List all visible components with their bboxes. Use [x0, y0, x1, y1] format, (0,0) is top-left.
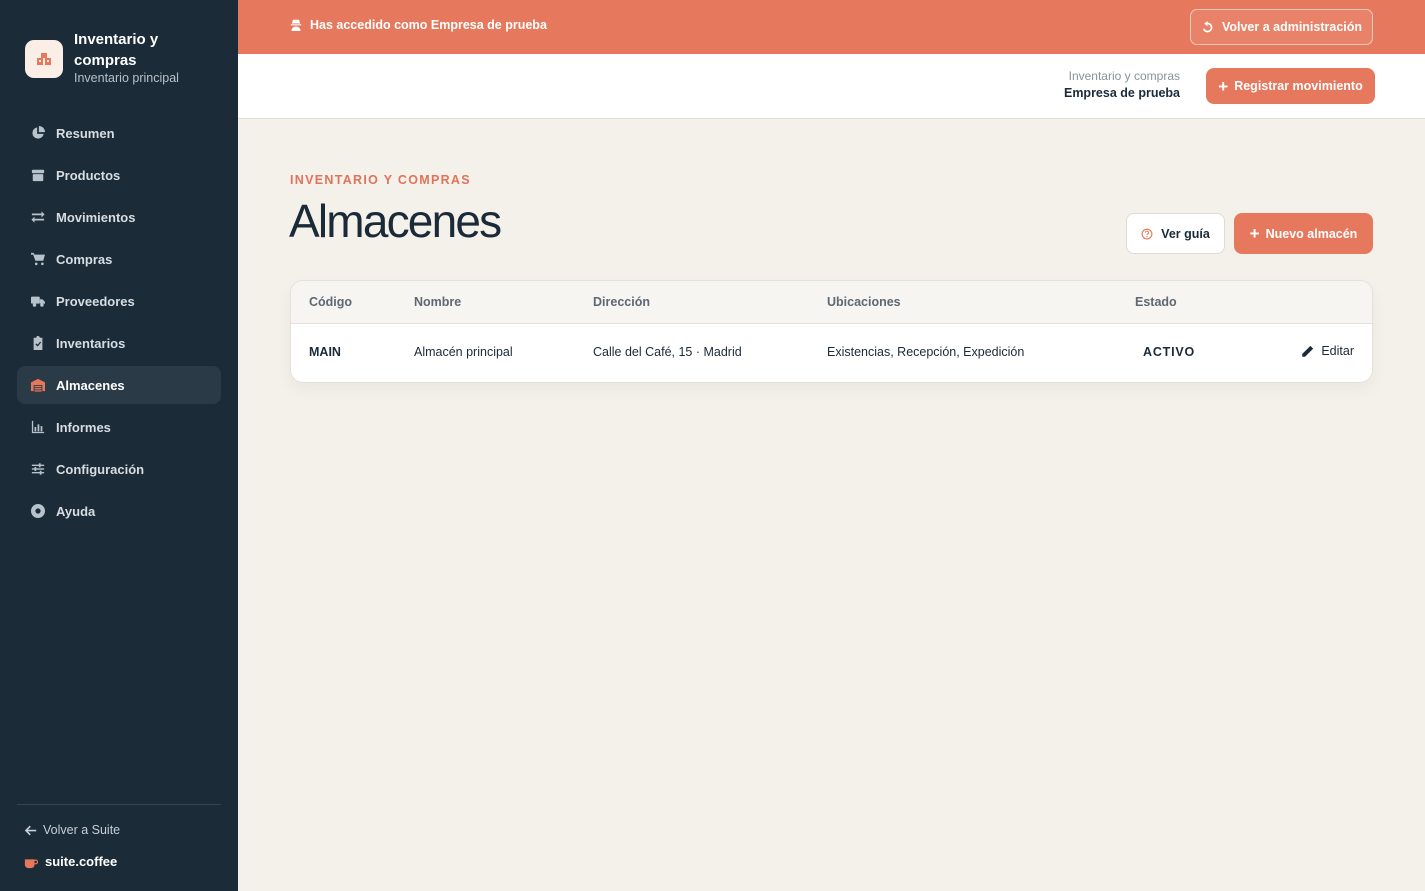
table-header: Código Nombre Dirección Ubicaciones Esta… [291, 281, 1372, 324]
coffee-cup-icon [24, 858, 38, 868]
column-header-code[interactable]: Código [309, 295, 352, 309]
user-secret-icon [290, 19, 302, 31]
sidebar-item-almacenes[interactable]: Almacenes [17, 366, 221, 404]
truck-icon [30, 294, 45, 309]
new-warehouse-label: Nuevo almacén [1265, 226, 1358, 241]
sidebar-item-label: Resumen [56, 125, 115, 141]
sidebar-item-label: Inventarios [56, 335, 126, 351]
sidebar-divider [17, 804, 221, 805]
new-warehouse-button[interactable]: + Nuevo almacén [1234, 213, 1373, 254]
cell-locations: Existencias, Recepción, Expedición [827, 345, 1025, 359]
banner-message: Has accedido como Empresa de prueba [290, 18, 547, 32]
sliders-icon [30, 462, 45, 477]
column-header-address[interactable]: Dirección [593, 295, 650, 309]
view-guide-label: Ver guía [1161, 226, 1210, 241]
edit-button[interactable]: Editar [1301, 344, 1354, 358]
register-movement-label: Registrar movimiento [1234, 79, 1363, 93]
header-app-name: Inventario y compras [1068, 69, 1180, 83]
help-circle-icon [1141, 228, 1153, 239]
sidebar-item-label: Ayuda [56, 503, 96, 519]
back-to-suite-label: Volver a Suite [43, 823, 121, 837]
sidebar-item-proveedores[interactable]: Proveedores [17, 282, 221, 320]
bar-chart-icon [30, 420, 45, 435]
app-subtitle: Inventario principal [74, 71, 179, 85]
swap-arrows-icon [30, 210, 45, 225]
header-company-name: Empresa de prueba [1063, 86, 1180, 100]
arrow-left-icon [24, 825, 37, 835]
pie-chart-icon [30, 126, 45, 141]
suite-brand: suite.coffee [24, 854, 117, 869]
top-header: Inventario y compras Empresa de prueba +… [238, 54, 1425, 119]
banner-message-text: Has accedido como Empresa de prueba [310, 18, 547, 32]
plus-icon: + [1218, 76, 1229, 96]
sidebar: Inventario y compras Inventario principa… [0, 0, 238, 891]
edit-label: Editar [1321, 344, 1354, 358]
app-brand: Inventario y compras Inventario principa… [25, 29, 214, 85]
sidebar-item-inventarios[interactable]: Inventarios [17, 324, 221, 362]
register-movement-button[interactable]: + Registrar movimiento [1206, 68, 1375, 104]
sidebar-item-resumen[interactable]: Resumen [17, 114, 221, 152]
cell-address: Calle del Café, 15 · Madrid [593, 345, 742, 359]
column-header-status[interactable]: Estado [1135, 295, 1177, 309]
status-badge: ACTIVO [1143, 345, 1196, 359]
clipboard-check-icon [30, 336, 45, 351]
pencil-icon [1302, 345, 1314, 357]
table-row[interactable]: MAIN Almacén principal Calle del Café, 1… [291, 324, 1372, 382]
sidebar-item-informes[interactable]: Informes [17, 408, 221, 446]
sidebar-item-movimientos[interactable]: Movimientos [17, 198, 221, 236]
sidebar-item-label: Compras [56, 251, 113, 267]
app-logo-icon [25, 40, 63, 78]
app-title: Inventario y compras [74, 31, 159, 69]
cart-icon [30, 252, 45, 267]
header-context: Inventario y compras Empresa de prueba [1064, 69, 1180, 100]
column-header-locations[interactable]: Ubicaciones [827, 295, 901, 309]
sidebar-item-label: Configuración [56, 461, 145, 477]
sidebar-item-label: Informes [56, 419, 111, 435]
lifebuoy-icon [30, 504, 45, 519]
undo-icon [1202, 20, 1213, 32]
view-guide-button[interactable]: Ver guía [1126, 213, 1225, 254]
sidebar-item-ayuda[interactable]: Ayuda [17, 492, 221, 530]
back-to-admin-label: Volver a administración [1221, 20, 1363, 34]
back-to-admin-button[interactable]: Volver a administración [1190, 9, 1373, 45]
page-title: Almacenes [289, 195, 502, 247]
plus-icon: + [1249, 224, 1260, 243]
warehouses-table: Código Nombre Dirección Ubicaciones Esta… [290, 280, 1373, 383]
sidebar-item-label: Proveedores [56, 293, 135, 309]
page-eyebrow: INVENTARIO Y COMPRAS [290, 173, 471, 187]
warehouse-icon [30, 378, 45, 393]
column-header-name[interactable]: Nombre [414, 295, 461, 309]
cell-code: MAIN [309, 345, 341, 359]
back-to-suite-link[interactable]: Volver a Suite [24, 823, 120, 837]
sidebar-nav: Resumen Productos Movimientos Compras Pr… [17, 114, 221, 534]
cell-name: Almacén principal [414, 345, 513, 359]
suite-brand-label: suite.coffee [45, 854, 118, 869]
sidebar-item-label: Productos [56, 167, 121, 183]
sidebar-item-compras[interactable]: Compras [17, 240, 221, 278]
sidebar-item-label: Movimientos [56, 209, 136, 225]
sidebar-item-productos[interactable]: Productos [17, 156, 221, 194]
sidebar-item-configuracion[interactable]: Configuración [17, 450, 221, 488]
sidebar-item-label: Almacenes [56, 377, 125, 393]
box-icon [30, 168, 45, 183]
impersonation-banner: Has accedido como Empresa de prueba Volv… [238, 0, 1425, 54]
